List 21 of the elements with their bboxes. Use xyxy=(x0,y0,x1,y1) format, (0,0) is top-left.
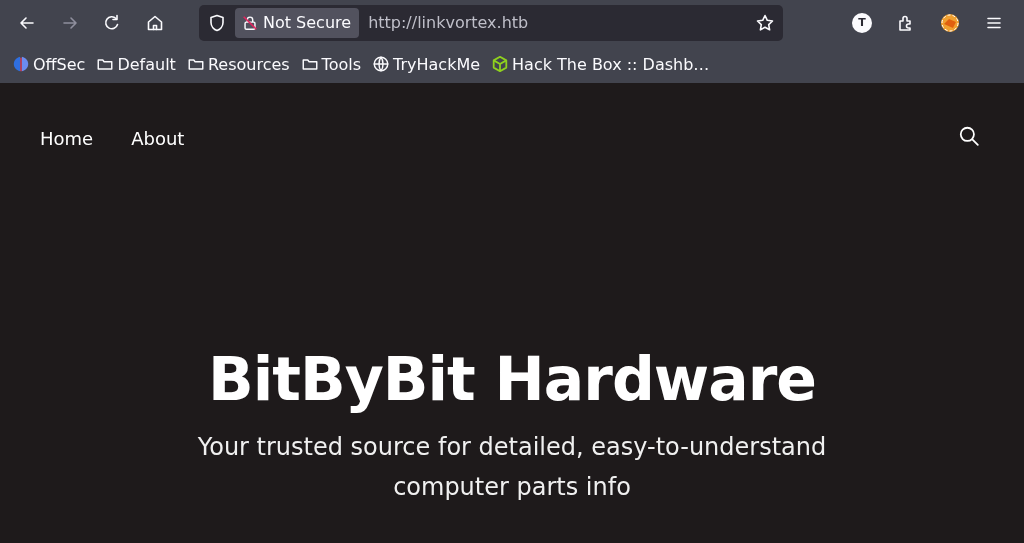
bookmark-link[interactable]: Hack The Box :: Dashb… xyxy=(512,54,710,74)
nav-link[interactable]: Home xyxy=(40,127,94,149)
globe-icon xyxy=(372,55,391,73)
bookmark-link[interactable]: OffSec xyxy=(33,54,86,74)
bookmark-link[interactable]: Resources xyxy=(207,54,290,74)
url-text[interactable]: http://linkvortex.htb xyxy=(368,13,755,32)
bookmark-link[interactable]: Default xyxy=(117,54,176,74)
site-title: BitByBit Hardware xyxy=(207,343,817,415)
security-indicator[interactable]: Not Secure xyxy=(235,7,360,38)
nav-link[interactable]: About xyxy=(131,127,185,149)
shield-icon[interactable] xyxy=(207,12,227,33)
search-icon[interactable] xyxy=(958,125,980,147)
site-tagline: Your trusted source for detailed, easy-to-understand computer parts info xyxy=(196,432,828,503)
bookmark-link[interactable]: TryHackMe xyxy=(393,54,481,74)
bookmark-link[interactable]: Tools xyxy=(321,54,362,74)
star-icon[interactable] xyxy=(755,12,775,33)
address-bar[interactable]: Not Secure http://linkvortex.htb xyxy=(199,4,783,41)
account-avatar[interactable]: T xyxy=(852,12,872,33)
offsec-logo-icon xyxy=(12,55,30,73)
broken-lock-icon xyxy=(241,13,259,32)
cube-icon xyxy=(491,55,510,73)
